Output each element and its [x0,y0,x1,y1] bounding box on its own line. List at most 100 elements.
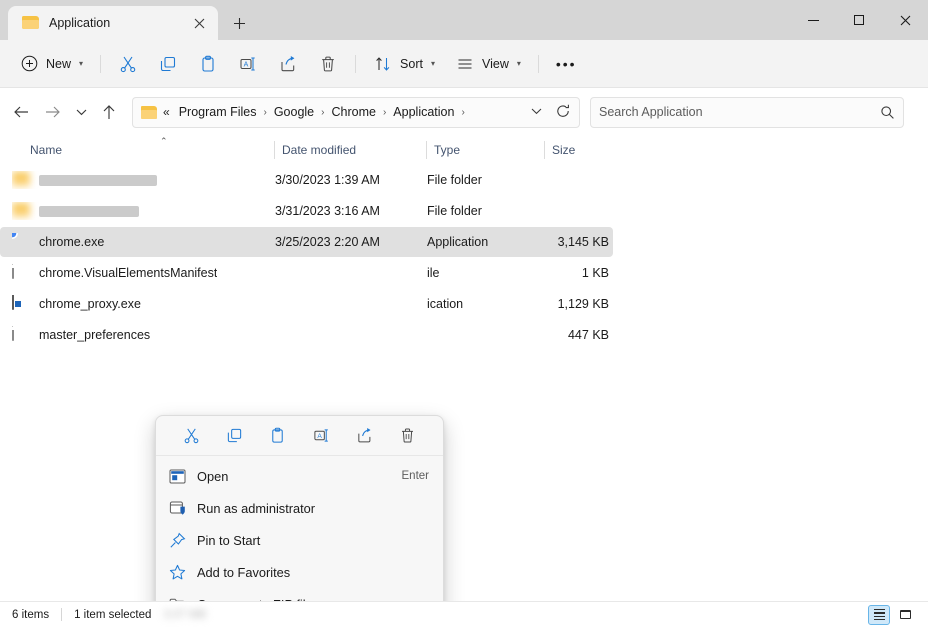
trash-icon [399,427,416,444]
chevron-down-icon: ▾ [430,59,435,68]
breadcrumb[interactable]: « Program Files › Google › Chrome › Appl… [132,96,580,128]
column-divider[interactable] [544,141,545,159]
context-cut-button[interactable] [176,421,208,451]
file-name-blurred [39,205,139,217]
context-menu-item-label: Add to Favorites [197,564,291,580]
breadcrumb-item-2[interactable]: Chrome [326,103,380,121]
breadcrumb-separator[interactable]: › [460,107,465,118]
details-view-button[interactable] [868,604,890,625]
close-icon[interactable] [186,10,212,36]
file-type-cell: Application [427,235,489,249]
star-icon [168,563,186,581]
file-name-blurred [39,174,157,186]
column-header-size[interactable]: Size [544,136,624,164]
application-window-icon [168,467,186,485]
share-icon [278,54,298,74]
toolbar-divider-2 [355,54,357,73]
cut-button[interactable] [109,48,147,80]
context-menu-item-label: Run as administrator [197,500,316,516]
context-delete-button[interactable] [391,421,423,451]
file-size-cell: 1 KB [581,266,609,280]
up-button[interactable] [94,97,124,127]
recent-locations-button[interactable] [70,97,92,127]
status-item-count: 6 items [12,608,50,621]
file-name-cell: master_preferences [12,326,275,344]
file-name-label: chrome.VisualElementsManifest [39,266,218,280]
file-date-cell: 3/31/2023 3:16 AM [275,204,380,218]
column-header-date-modified[interactable]: Date modified [274,136,426,164]
column-header-type[interactable]: Type [426,136,544,164]
column-divider[interactable] [426,141,427,159]
breadcrumb-item-0[interactable]: Program Files [174,103,262,121]
column-header-type-label: Type [434,143,461,157]
new-button[interactable]: New ▾ [10,48,92,80]
breadcrumb-separator[interactable]: › [382,107,387,118]
table-row[interactable]: master_preferences 447 KB [0,320,613,350]
column-divider[interactable] [274,141,275,159]
share-button[interactable] [269,48,307,80]
file-name-cell [12,171,275,189]
rename-icon: A [313,427,330,444]
maximize-button[interactable] [836,0,882,40]
large-icons-view-button[interactable] [894,605,916,625]
delete-button[interactable] [309,48,347,80]
file-date-cell: 3/30/2023 1:39 AM [275,173,380,187]
view-toggle-group [868,604,916,625]
context-rename-button[interactable]: A [305,421,337,451]
breadcrumb-separator[interactable]: › [320,107,325,118]
paste-button[interactable] [189,48,227,80]
context-menu-item-open[interactable]: Open Enter [160,460,439,492]
table-row[interactable]: chrome.exe 3/25/2023 2:20 AM Application… [0,227,613,257]
context-menu-item-run-as-administrator[interactable]: Run as administrator [160,492,439,524]
copy-button[interactable] [149,48,187,80]
scissors-icon [183,427,200,444]
file-type-cell: ication [427,297,464,311]
back-button[interactable] [6,97,36,127]
minimize-button[interactable] [790,0,836,40]
breadcrumb-item-1[interactable]: Google [269,103,319,121]
search-input[interactable] [599,105,880,119]
context-copy-button[interactable] [219,421,251,451]
command-bar: New ▾ A Sort ▾ View ▾ ••• [0,40,928,88]
large-icons-view-icon [899,610,911,619]
search-box[interactable] [590,96,904,128]
clipboard-icon [269,427,286,444]
sort-arrows-icon [373,54,393,74]
context-paste-button[interactable] [262,421,294,451]
window-controls [790,0,928,40]
file-name-label: master_preferences [39,328,151,342]
view-button[interactable]: View ▾ [446,48,530,80]
forward-button[interactable] [38,97,68,127]
details-view-icon [873,608,885,621]
table-row[interactable]: 3/31/2023 3:16 AM File folder [0,196,613,226]
sort-button[interactable]: Sort ▾ [364,48,444,80]
status-bar: 6 items 1 item selected 3.07 MB [0,601,928,627]
folder-icon [12,202,30,220]
close-button[interactable] [882,0,928,40]
context-menu-item-compress-to-zip[interactable]: Compress to ZIP file [160,588,439,601]
file-size-cell: 1,129 KB [557,297,609,311]
table-row[interactable]: chrome_proxy.exe ication 1,129 KB [0,289,613,319]
context-share-button[interactable] [348,421,380,451]
table-row[interactable]: chrome.VisualElementsManifest ile 1 KB [0,258,613,288]
context-menu-item-pin-to-start[interactable]: Pin to Start [160,524,439,556]
breadcrumb-dropdown-icon[interactable] [525,107,547,117]
file-type-cell: File folder [427,173,482,187]
context-menu-toolbar: A [156,416,443,456]
column-header-name[interactable]: Name ⌃ [12,136,274,164]
breadcrumb-overflow[interactable]: « [161,105,170,119]
rename-button[interactable]: A [229,48,267,80]
context-menu-item-add-to-favorites[interactable]: Add to Favorites [160,556,439,588]
table-row[interactable]: 3/30/2023 1:39 AM File folder [0,165,613,195]
file-type-cell: File folder [427,204,482,218]
clipboard-icon [198,54,218,74]
refresh-icon[interactable] [551,104,575,121]
search-icon[interactable] [880,105,895,120]
tab-application[interactable]: Application [8,6,218,40]
new-tab-button[interactable] [222,6,256,40]
breadcrumb-item-3[interactable]: Application [388,103,459,121]
more-options-button[interactable]: ••• [547,48,586,80]
column-header-name-label: Name [30,143,63,157]
breadcrumb-separator[interactable]: › [262,107,267,118]
status-selection: 1 item selected [74,608,152,621]
